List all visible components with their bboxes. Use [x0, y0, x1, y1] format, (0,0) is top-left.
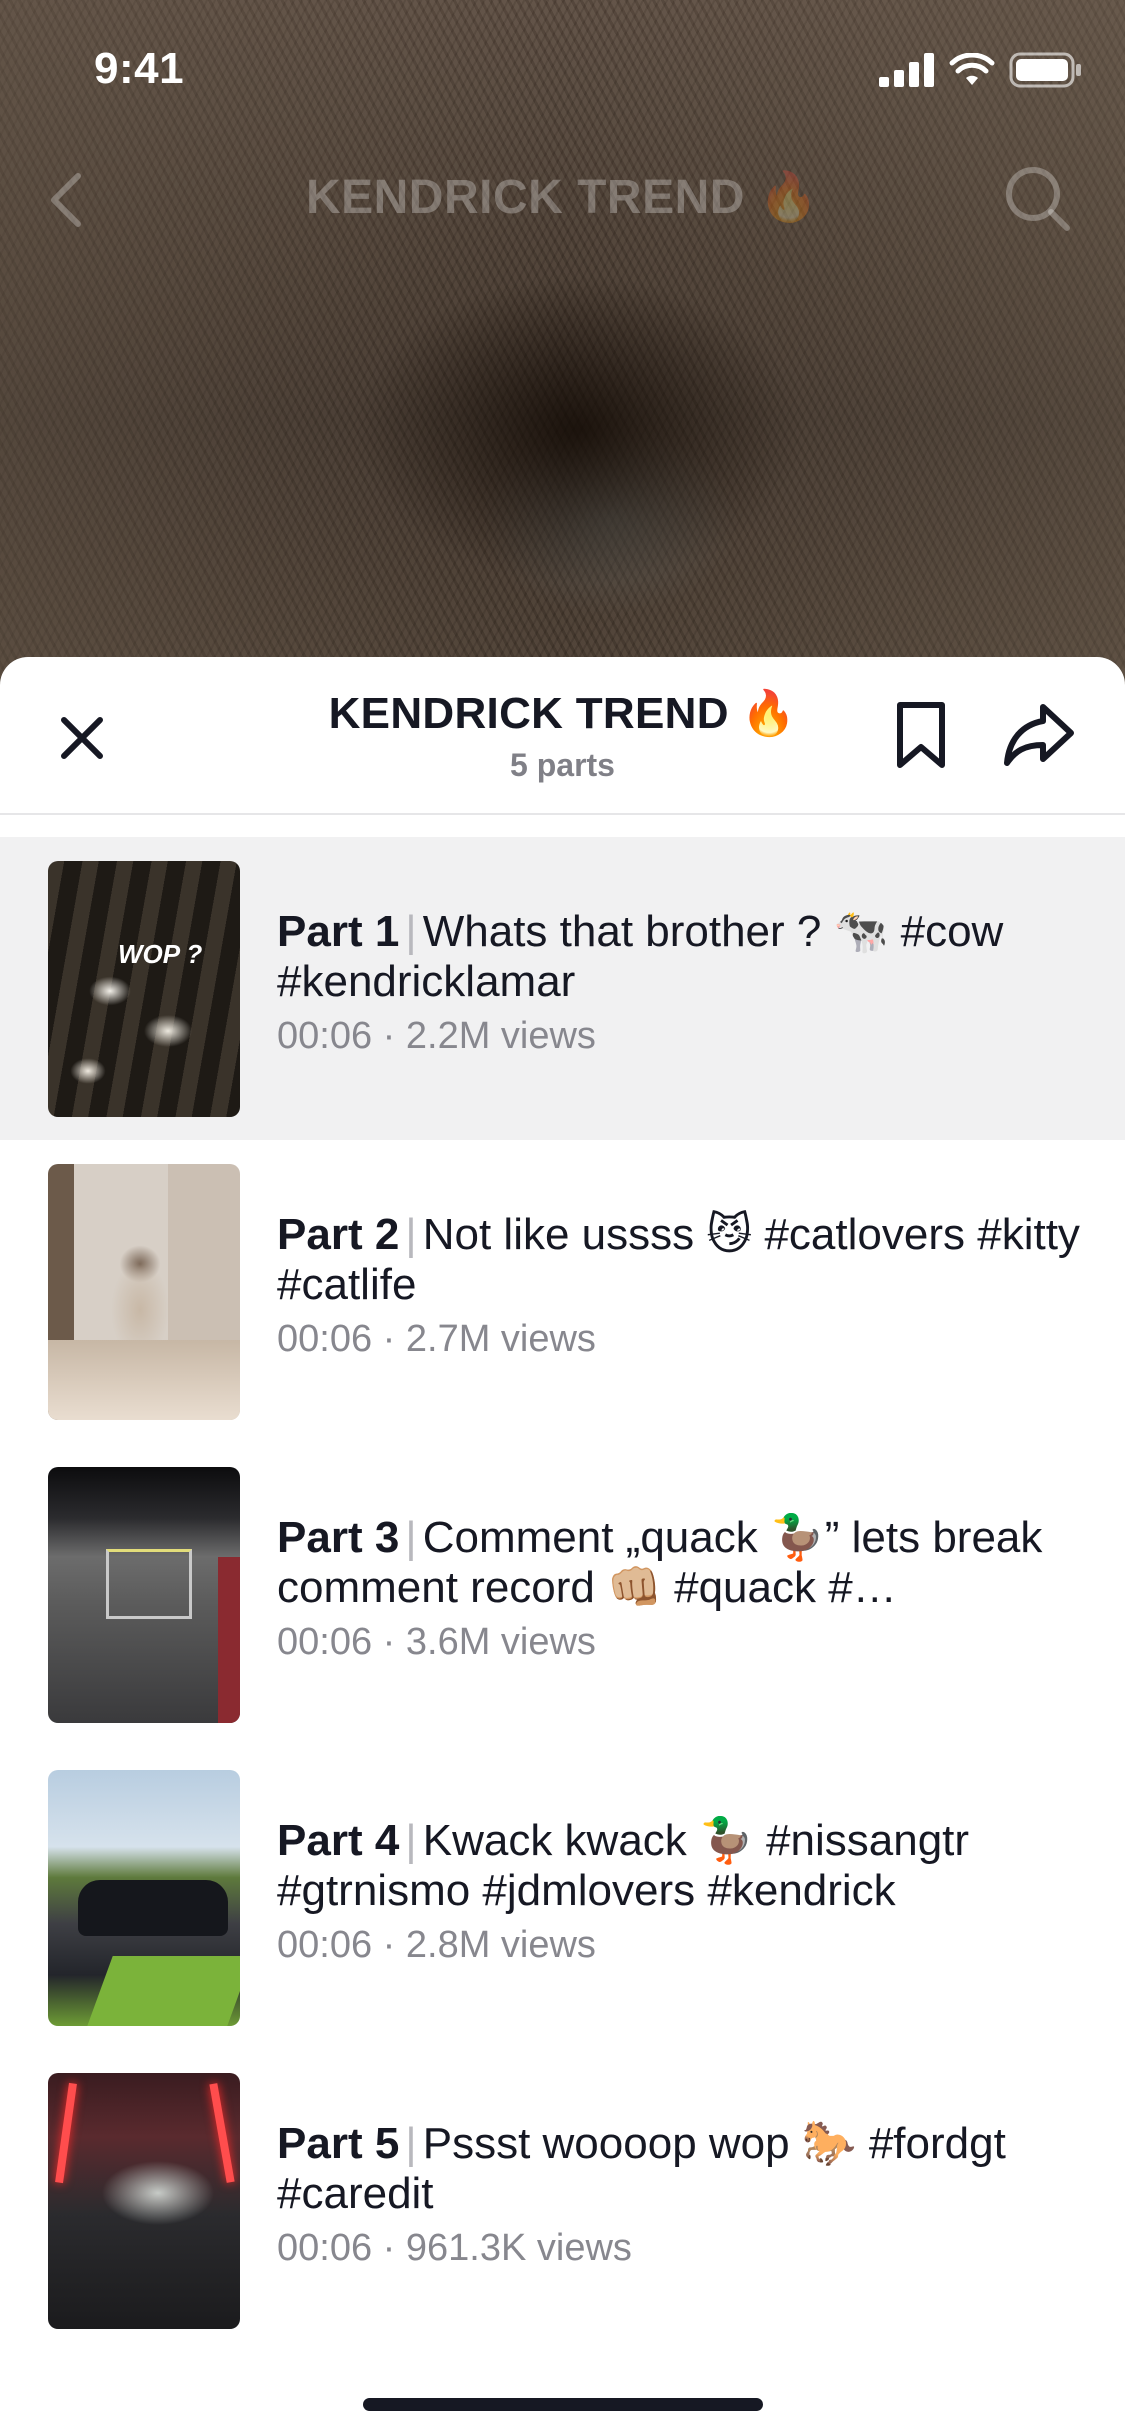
part-label: Part 3 — [277, 1513, 400, 1562]
part-row-4[interactable]: Part 4 | Kwack kwack 🦆 #nissangtr #gtrnism… — [0, 1746, 1125, 2049]
parts-count: 5 parts — [510, 747, 615, 783]
wifi-icon — [949, 53, 995, 85]
parts-list: WOP ? Part 1 | Whats that brother ? 🐄 #cow… — [0, 837, 1125, 2352]
status-time: 9:41 — [94, 44, 185, 93]
part-info: Part 5 | Pssst woooop wop 🐎 #fordgt #cared… — [277, 2119, 1087, 2270]
sheet-header: KENDRICK TREND 🔥 5 parts — [0, 657, 1125, 815]
part-info: Part 2 | Not like ussss 😼 #catlovers #kitt… — [277, 1210, 1087, 1361]
thumbnail-floor — [48, 1340, 240, 1420]
part-views: 3.6M views — [405, 1621, 596, 1663]
thumbnail-wall — [218, 1557, 240, 1723]
part-meta: 00:06 · 961.3K views — [277, 2227, 1087, 2270]
part-thumbnail — [48, 2073, 240, 2329]
playlist-sheet: KENDRICK TREND 🔥 5 parts WOP ? Part 1 | Wh… — [0, 657, 1125, 2436]
part-thumbnail: WOP ? — [48, 861, 240, 1117]
thumbnail-light-bolt — [209, 2083, 235, 2183]
part-duration: 00:06 — [277, 1621, 373, 1663]
part-description: Part 3 | Comment „quack 🦆” lets break comm… — [277, 1513, 1087, 1613]
meta-separator: · — [372, 1924, 406, 1966]
battery-icon — [1009, 52, 1081, 88]
playlist-title-faded: KENDRICK TREND 🔥 — [305, 171, 820, 224]
part-description: Part 2 | Not like ussss 😼 #catlovers #kitt… — [277, 1210, 1087, 1310]
part-label: Part 4 — [277, 1816, 400, 1865]
part-description: Part 5 | Pssst woooop wop 🐎 #fordgt #cared… — [277, 2119, 1087, 2219]
thumbnail-car — [78, 1880, 228, 1936]
label-separator: | — [405, 1816, 417, 1865]
part-info: Part 3 | Comment „quack 🦆” lets break comm… — [277, 1513, 1087, 1664]
part-views: 961.3K views — [405, 2227, 632, 2269]
part-thumbnail — [48, 1164, 240, 1420]
part-thumbnail — [48, 1770, 240, 2026]
home-indicator[interactable] — [363, 2398, 763, 2411]
part-duration: 00:06 — [277, 2227, 373, 2269]
label-separator: | — [405, 1513, 417, 1562]
meta-separator: · — [372, 1318, 406, 1360]
part-duration: 00:06 — [277, 1318, 373, 1360]
part-row-5[interactable]: Part 5 | Pssst woooop wop 🐎 #fordgt #cared… — [0, 2049, 1125, 2352]
part-info: Part 4 | Kwack kwack 🦆 #nissangtr #gtrnism… — [277, 1816, 1087, 1967]
status-bar: 9:41 — [0, 0, 1125, 135]
part-description: Part 4 | Kwack kwack 🦆 #nissangtr #gtrnism… — [277, 1816, 1087, 1916]
part-meta: 00:06 · 2.2M views — [277, 1015, 1087, 1058]
status-icons — [879, 52, 1083, 88]
thumbnail-cart — [106, 1549, 192, 1619]
part-meta: 00:06 · 2.7M views — [277, 1318, 1087, 1361]
part-views: 2.7M views — [405, 1318, 596, 1360]
thumbnail-light-bolt — [55, 2082, 77, 2184]
part-row-3[interactable]: Part 3 | Comment „quack 🦆” lets break comm… — [0, 1443, 1125, 1746]
part-label: Part 2 — [277, 1210, 400, 1259]
share-icon[interactable] — [1003, 701, 1075, 769]
label-separator: | — [405, 1210, 417, 1259]
video-top-nav: KENDRICK TREND 🔥 — [0, 150, 1125, 245]
part-views: 2.2M views — [405, 1015, 596, 1057]
thumbnail-overlay-text: WOP ? — [118, 939, 203, 969]
thumbnail-grass — [87, 1956, 240, 2026]
meta-separator: · — [372, 2227, 406, 2269]
part-duration: 00:06 — [277, 1924, 373, 1966]
search-icon[interactable] — [1003, 164, 1073, 234]
part-row-1[interactable]: WOP ? Part 1 | Whats that brother ? 🐄 #cow… — [0, 837, 1125, 1140]
meta-separator: · — [372, 1621, 406, 1663]
part-views: 2.8M views — [405, 1924, 596, 1966]
cellular-signal-icon — [879, 53, 934, 87]
part-meta: 00:06 · 2.8M views — [277, 1924, 1087, 1967]
part-meta: 00:06 · 3.6M views — [277, 1621, 1087, 1664]
part-info: Part 1 | Whats that brother ? 🐄 #cow #kend… — [277, 907, 1087, 1058]
sheet-title: KENDRICK TREND 🔥 — [328, 689, 797, 738]
part-row-2[interactable]: Part 2 | Not like ussss 😼 #catlovers #kitt… — [0, 1140, 1125, 1443]
bookmark-icon[interactable] — [892, 699, 950, 771]
label-separator: | — [405, 907, 417, 956]
part-duration: 00:06 — [277, 1015, 373, 1057]
meta-separator: · — [372, 1015, 406, 1057]
part-description: Part 1 | Whats that brother ? 🐄 #cow #kend… — [277, 907, 1087, 1007]
label-separator: | — [405, 2119, 417, 2168]
part-label: Part 1 — [277, 907, 400, 956]
part-label: Part 5 — [277, 2119, 400, 2168]
part-thumbnail — [48, 1467, 240, 1723]
